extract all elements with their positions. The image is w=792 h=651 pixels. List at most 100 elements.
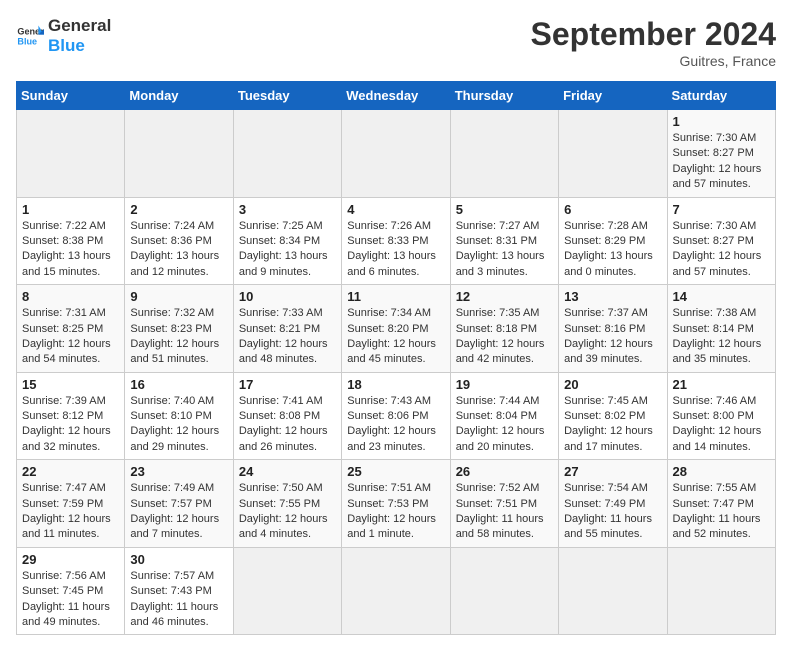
month-title: September 2024 [531,16,776,53]
calendar-cell: 12 Sunrise: 7:35 AMSunset: 8:18 PMDayligh… [450,285,558,373]
cell-info: Sunrise: 7:41 AMSunset: 8:08 PMDaylight:… [239,395,328,453]
calendar-cell: 10 Sunrise: 7:33 AMSunset: 8:21 PMDayligh… [233,285,341,373]
calendar-cell: 24Sunrise: 7:50 AMSunset: 7:55 PMDayligh… [233,460,341,548]
day-number: 20 [564,377,661,392]
day-number: 23 [130,464,227,479]
day-number: 13 [564,289,661,304]
calendar-cell [233,547,341,635]
cell-info: Sunrise: 7:49 AMSunset: 7:57 PMDaylight:… [130,482,219,540]
day-number: 1 [673,114,770,129]
day-number: 12 [456,289,553,304]
cell-info: Sunrise: 7:33 AMSunset: 8:21 PMDaylight:… [239,307,328,365]
calendar-cell: 16 Sunrise: 7:40 AMSunset: 8:10 PMDayligh… [125,372,233,460]
calendar-cell [450,547,558,635]
cell-info: Sunrise: 7:40 AMSunset: 8:10 PMDaylight:… [130,395,219,453]
day-header-thursday: Thursday [450,82,558,110]
day-number: 30 [130,552,227,567]
day-number: 24 [239,464,336,479]
calendar-header-row: SundayMondayTuesdayWednesdayThursdayFrid… [17,82,776,110]
cell-info: Sunrise: 7:56 AMSunset: 7:45 PMDaylight:… [22,570,110,628]
day-number: 15 [22,377,119,392]
calendar-cell [17,110,125,198]
logo: General Blue General Blue General Blue [16,16,111,55]
cell-info: Sunrise: 7:22 AMSunset: 8:38 PMDaylight:… [22,220,111,278]
calendar-cell: 5 Sunrise: 7:27 AMSunset: 8:31 PMDaylight… [450,197,558,285]
calendar-cell [559,110,667,198]
cell-info: Sunrise: 7:38 AMSunset: 8:14 PMDaylight:… [673,307,762,365]
day-number: 14 [673,289,770,304]
day-number: 21 [673,377,770,392]
day-number: 27 [564,464,661,479]
calendar-cell [233,110,341,198]
day-number: 29 [22,552,119,567]
cell-info: Sunrise: 7:35 AMSunset: 8:18 PMDaylight:… [456,307,545,365]
calendar-cell [125,110,233,198]
day-number: 19 [456,377,553,392]
calendar-cell: 6Sunrise: 7:28 AMSunset: 8:29 PMDaylight… [559,197,667,285]
cell-info: Sunrise: 7:47 AMSunset: 7:59 PMDaylight:… [22,482,111,540]
calendar-cell: 30 Sunrise: 7:57 AMSunset: 7:43 PMDayligh… [125,547,233,635]
calendar-cell: 28Sunrise: 7:55 AMSunset: 7:47 PMDayligh… [667,460,775,548]
day-number: 3 [239,202,336,217]
cell-info: Sunrise: 7:37 AMSunset: 8:16 PMDaylight:… [564,307,653,365]
cell-info: Sunrise: 7:51 AMSunset: 7:53 PMDaylight:… [347,482,436,540]
calendar-week-row: 8 Sunrise: 7:31 AMSunset: 8:25 PMDaylight… [17,285,776,373]
day-number: 8 [22,289,119,304]
cell-info: Sunrise: 7:45 AMSunset: 8:02 PMDaylight:… [564,395,653,453]
calendar-cell: 3Sunrise: 7:25 AMSunset: 8:34 PMDaylight… [233,197,341,285]
cell-info: Sunrise: 7:52 AMSunset: 7:51 PMDaylight:… [456,482,544,540]
cell-info: Sunrise: 7:31 AMSunset: 8:25 PMDaylight:… [22,307,111,365]
calendar-cell [667,547,775,635]
day-number: 2 [130,202,227,217]
calendar-cell: 17 Sunrise: 7:41 AMSunset: 8:08 PMDayligh… [233,372,341,460]
calendar-cell: 4Sunrise: 7:26 AMSunset: 8:33 PMDaylight… [342,197,450,285]
day-number: 18 [347,377,444,392]
cell-info: Sunrise: 7:24 AMSunset: 8:36 PMDaylight:… [130,220,219,278]
calendar-table: SundayMondayTuesdayWednesdayThursdayFrid… [16,81,776,635]
calendar-cell: 1 Sunrise: 7:30 AMSunset: 8:27 PMDaylight… [667,110,775,198]
cell-info: Sunrise: 7:30 AMSunset: 8:27 PMDaylight:… [673,132,762,190]
calendar-cell: 25Sunrise: 7:51 AMSunset: 7:53 PMDayligh… [342,460,450,548]
day-number: 5 [456,202,553,217]
calendar-cell: 8 Sunrise: 7:31 AMSunset: 8:25 PMDaylight… [17,285,125,373]
cell-info: Sunrise: 7:27 AMSunset: 8:31 PMDaylight:… [456,220,545,278]
cell-info: Sunrise: 7:30 AMSunset: 8:27 PMDaylight:… [673,220,762,278]
cell-info: Sunrise: 7:46 AMSunset: 8:00 PMDaylight:… [673,395,762,453]
page-header: General Blue General Blue General Blue S… [16,16,776,69]
calendar-cell [342,547,450,635]
calendar-cell: 13 Sunrise: 7:37 AMSunset: 8:16 PMDayligh… [559,285,667,373]
calendar-cell: 21 Sunrise: 7:46 AMSunset: 8:00 PMDayligh… [667,372,775,460]
calendar-cell: 9Sunrise: 7:32 AMSunset: 8:23 PMDaylight… [125,285,233,373]
day-header-wednesday: Wednesday [342,82,450,110]
calendar-week-row: 15Sunrise: 7:39 AMSunset: 8:12 PMDayligh… [17,372,776,460]
day-number: 1 [22,202,119,217]
calendar-cell: 27 Sunrise: 7:54 AMSunset: 7:49 PMDayligh… [559,460,667,548]
calendar-week-row: 22 Sunrise: 7:47 AMSunset: 7:59 PMDayligh… [17,460,776,548]
day-header-sunday: Sunday [17,82,125,110]
calendar-cell [559,547,667,635]
calendar-cell: 2 Sunrise: 7:24 AMSunset: 8:36 PMDaylight… [125,197,233,285]
day-number: 26 [456,464,553,479]
day-header-saturday: Saturday [667,82,775,110]
day-number: 10 [239,289,336,304]
cell-info: Sunrise: 7:57 AMSunset: 7:43 PMDaylight:… [130,570,218,628]
cell-info: Sunrise: 7:44 AMSunset: 8:04 PMDaylight:… [456,395,545,453]
day-number: 28 [673,464,770,479]
calendar-cell: 19 Sunrise: 7:44 AMSunset: 8:04 PMDayligh… [450,372,558,460]
cell-info: Sunrise: 7:28 AMSunset: 8:29 PMDaylight:… [564,220,653,278]
cell-info: Sunrise: 7:54 AMSunset: 7:49 PMDaylight:… [564,482,652,540]
day-number: 7 [673,202,770,217]
cell-info: Sunrise: 7:34 AMSunset: 8:20 PMDaylight:… [347,307,436,365]
calendar-cell [450,110,558,198]
calendar-cell [342,110,450,198]
day-number: 16 [130,377,227,392]
logo-wordmark: General Blue [48,16,111,55]
day-number: 17 [239,377,336,392]
calendar-week-row: 1 Sunrise: 7:22 AMSunset: 8:38 PMDaylight… [17,197,776,285]
calendar-cell: 26 Sunrise: 7:52 AMSunset: 7:51 PMDayligh… [450,460,558,548]
calendar-week-row: 1 Sunrise: 7:30 AMSunset: 8:27 PMDaylight… [17,110,776,198]
day-number: 9 [130,289,227,304]
calendar-cell: 15Sunrise: 7:39 AMSunset: 8:12 PMDayligh… [17,372,125,460]
day-number: 22 [22,464,119,479]
calendar-cell: 1 Sunrise: 7:22 AMSunset: 8:38 PMDaylight… [17,197,125,285]
